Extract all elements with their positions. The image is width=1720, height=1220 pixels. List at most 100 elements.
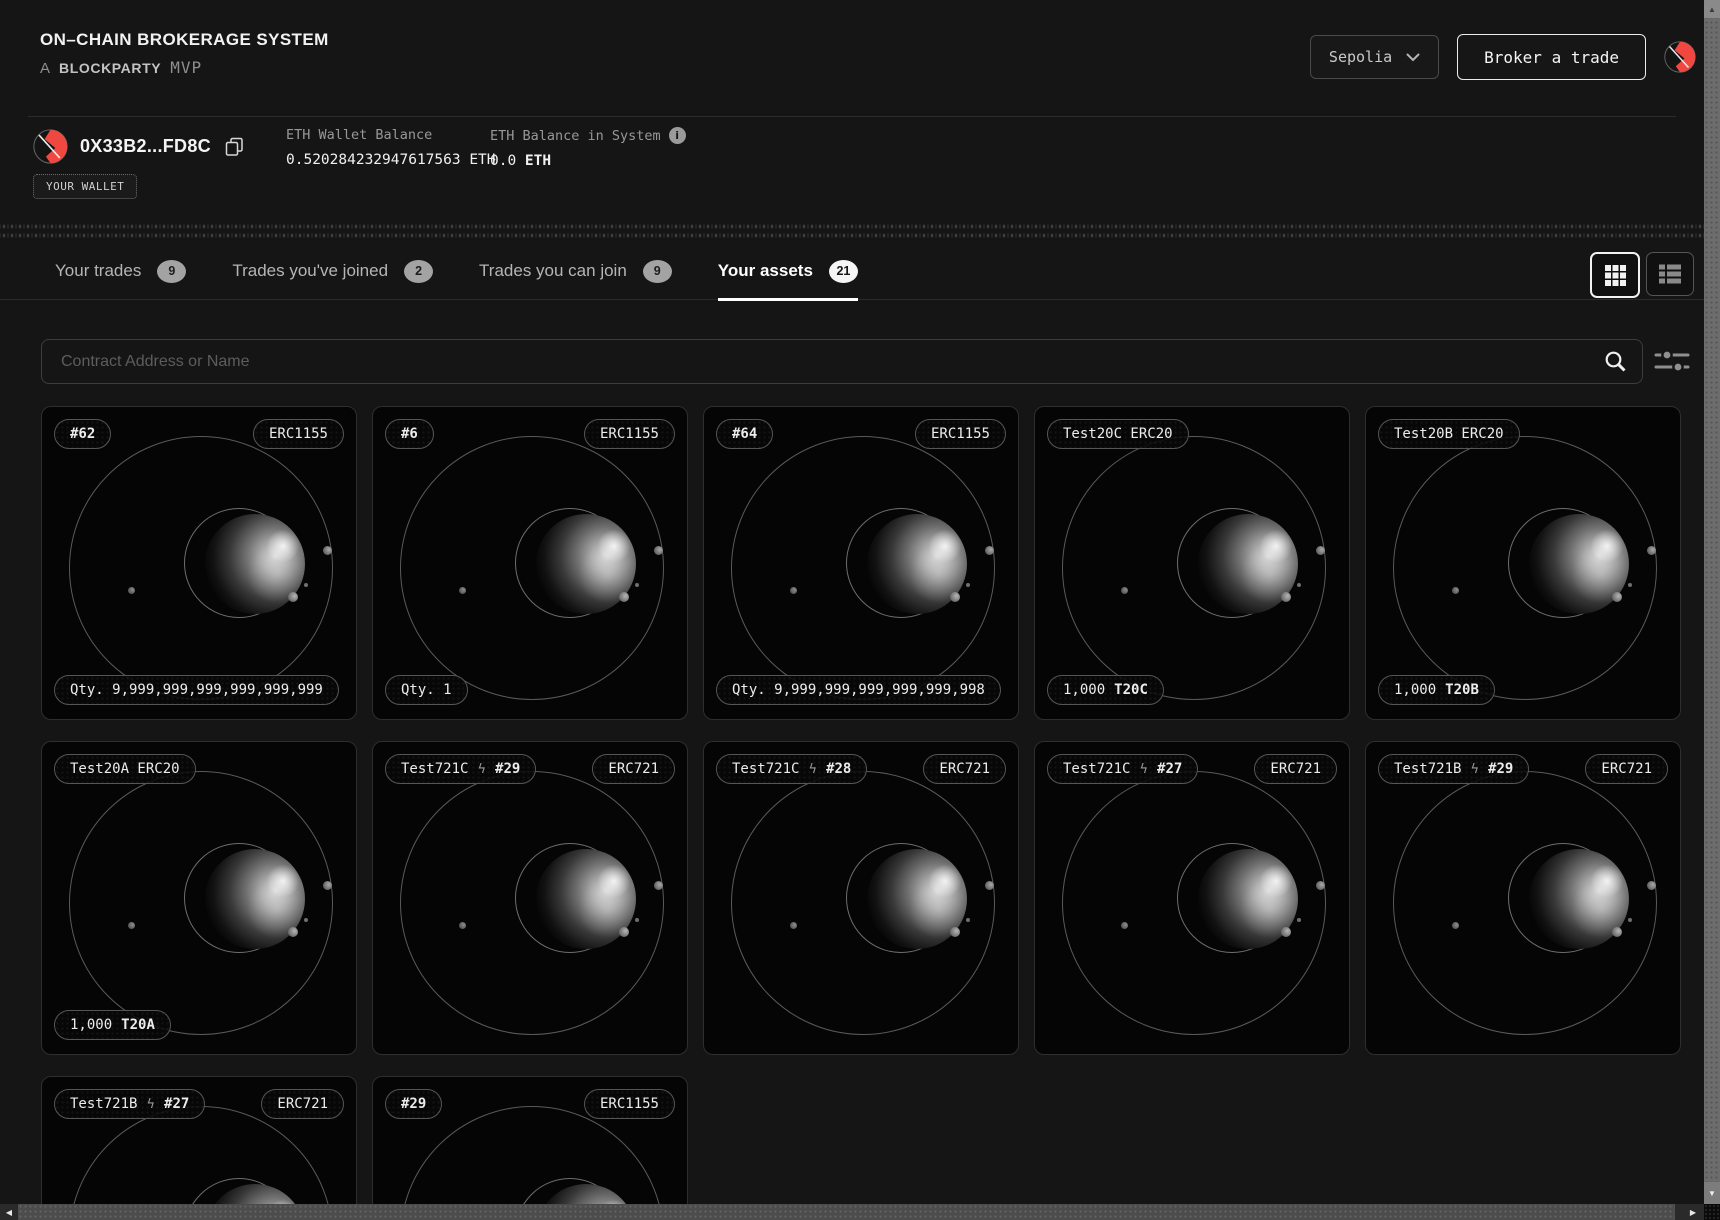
moon-icon [790, 587, 797, 594]
asset-token-id: #6 [401, 426, 418, 442]
moon-icon [304, 583, 308, 587]
subtitle-brand: BLOCKPARTY [59, 60, 161, 76]
token-standard-badge: ERC1155 [584, 1089, 675, 1119]
tab[interactable]: Your trades 9 [55, 244, 186, 301]
asset-card[interactable]: Test721B ϟ #27 ERC721 [41, 1076, 357, 1220]
view-toggles [1590, 252, 1694, 298]
scroll-left-button[interactable]: ◀ [0, 1204, 18, 1220]
planet-artwork [42, 742, 356, 1054]
copy-address-icon[interactable] [225, 137, 244, 156]
info-icon[interactable]: i [669, 127, 686, 144]
asset-token-id: #29 [495, 761, 520, 777]
asset-card[interactable]: Test721C ϟ #27 ERC721 [1034, 741, 1350, 1055]
chevron-down-icon [1406, 53, 1420, 62]
moon-icon [1316, 546, 1325, 555]
app-subtitle: A BLOCKPARTY MVP [40, 58, 329, 77]
scroll-right-button[interactable]: ▶ [1684, 1204, 1702, 1220]
asset-card[interactable]: Test20A ERC20 1,000 T20A [41, 741, 357, 1055]
planet-artwork [704, 407, 1018, 719]
moon-icon [459, 922, 466, 929]
subtitle-a: A [40, 60, 50, 77]
moon-icon [635, 583, 639, 587]
planet-artwork [373, 407, 687, 719]
header: ON–CHAIN BROKERAGE SYSTEM A BLOCKPARTY M… [0, 0, 1704, 116]
search-input[interactable] [41, 339, 1643, 384]
horizontal-scrollbar-thumb[interactable] [18, 1204, 1675, 1220]
moon-icon [1121, 922, 1128, 929]
scroll-up-button[interactable]: ▲ [1704, 0, 1720, 18]
vertical-scrollbar[interactable]: ▲ ▼ [1704, 0, 1720, 1204]
horizontal-scrollbar[interactable]: ◀ ▶ [0, 1204, 1704, 1220]
moon-icon [966, 918, 970, 922]
planet-artwork [1366, 407, 1680, 719]
moon-icon [619, 927, 629, 937]
moon-icon [985, 881, 994, 890]
asset-name-badge: Test721C ϟ #27 [1047, 754, 1198, 784]
moon-icon [1297, 918, 1301, 922]
asset-card[interactable]: Test721B ϟ #29 ERC721 [1365, 741, 1681, 1055]
bolt-icon: ϟ [146, 1097, 155, 1112]
asset-name-badge: Test20C ERC20 [1047, 419, 1189, 449]
header-actions: Sepolia Broker a trade [1310, 34, 1696, 80]
grid-view-button[interactable] [1590, 252, 1640, 298]
tab[interactable]: Your assets 21 [718, 244, 858, 301]
asset-card[interactable]: #62 ERC1155 Qty. 9,999,999,999,999,999,9… [41, 406, 357, 720]
network-select[interactable]: Sepolia [1310, 35, 1439, 79]
asset-card[interactable]: Test20C ERC20 1,000 T20C [1034, 406, 1350, 720]
quantity-badge: 1,000 T20C [1047, 675, 1164, 705]
eth-system-balance-label: ETH Balance in System [490, 128, 661, 144]
tab[interactable]: Trades you've joined 2 [232, 244, 433, 301]
asset-card[interactable]: Test20B ERC20 1,000 T20B [1365, 406, 1681, 720]
quantity-value: 1,000 [70, 1017, 112, 1033]
wallet-address: 0X33B2...FD8C [80, 136, 211, 157]
moon-icon [1452, 587, 1459, 594]
asset-card[interactable]: #6 ERC1155 Qty. 1 [372, 406, 688, 720]
planet-artwork [42, 407, 356, 719]
list-view-button[interactable] [1646, 252, 1694, 296]
planet-artwork [373, 742, 687, 1054]
quantity-value: 1,000 [1394, 682, 1436, 698]
app-window: ON–CHAIN BROKERAGE SYSTEM A BLOCKPARTY M… [0, 0, 1720, 1220]
asset-card[interactable]: #29 ERC1155 [372, 1076, 688, 1220]
app-title: ON–CHAIN BROKERAGE SYSTEM [40, 30, 329, 50]
asset-name-badge: #29 [385, 1089, 442, 1119]
filter-sliders-icon[interactable] [1654, 347, 1690, 380]
asset-card[interactable]: #64 ERC1155 Qty. 9,999,999,999,999,999,9… [703, 406, 1019, 720]
scrollbar-corner [1704, 1204, 1720, 1220]
asset-token-id: #27 [164, 1096, 189, 1112]
eth-system-balance-unit: ETH [525, 153, 551, 169]
moon-icon [1297, 583, 1301, 587]
moon-icon [459, 587, 466, 594]
quantity-symbol: T20A [121, 1017, 155, 1033]
asset-token-id: #29 [1488, 761, 1513, 777]
app-logo-icon [1664, 41, 1696, 73]
moon-icon [619, 592, 629, 602]
moon-icon [1612, 592, 1622, 602]
token-standard-badge: ERC721 [923, 754, 1006, 784]
broker-a-trade-button[interactable]: Broker a trade [1457, 34, 1646, 80]
asset-token-id: #29 [401, 1096, 426, 1112]
token-standard-label: ERC1155 [600, 426, 659, 442]
eth-wallet-balance-value: 0.520284232947617563 ETH [286, 152, 496, 168]
moon-icon [950, 927, 960, 937]
asset-name-badge: Test721C ϟ #28 [716, 754, 867, 784]
tabs-bar: Your trades 9 Trades you've joined 2 Tra… [0, 244, 1704, 300]
moon-icon [654, 546, 663, 555]
tab-count-badge: 2 [404, 260, 433, 283]
quantity-symbol: T20C [1114, 682, 1148, 698]
search-icon[interactable] [1604, 350, 1627, 378]
bolt-icon: ϟ [1139, 762, 1148, 777]
moon-icon [323, 546, 332, 555]
tab-count-badge: 21 [829, 260, 858, 283]
scroll-down-button[interactable]: ▼ [1704, 1182, 1720, 1204]
tab-label: Trades you can join [479, 261, 627, 281]
moon-icon [1647, 546, 1656, 555]
subtitle-mvp: MVP [170, 58, 202, 77]
moon-icon [985, 546, 994, 555]
tab-label: Trades you've joined [232, 261, 388, 281]
bolt-icon: ϟ [808, 762, 817, 777]
tab[interactable]: Trades you can join 9 [479, 244, 672, 301]
asset-card[interactable]: Test721C ϟ #28 ERC721 [703, 741, 1019, 1055]
asset-token-id: #27 [1157, 761, 1182, 777]
asset-card[interactable]: Test721C ϟ #29 ERC721 [372, 741, 688, 1055]
